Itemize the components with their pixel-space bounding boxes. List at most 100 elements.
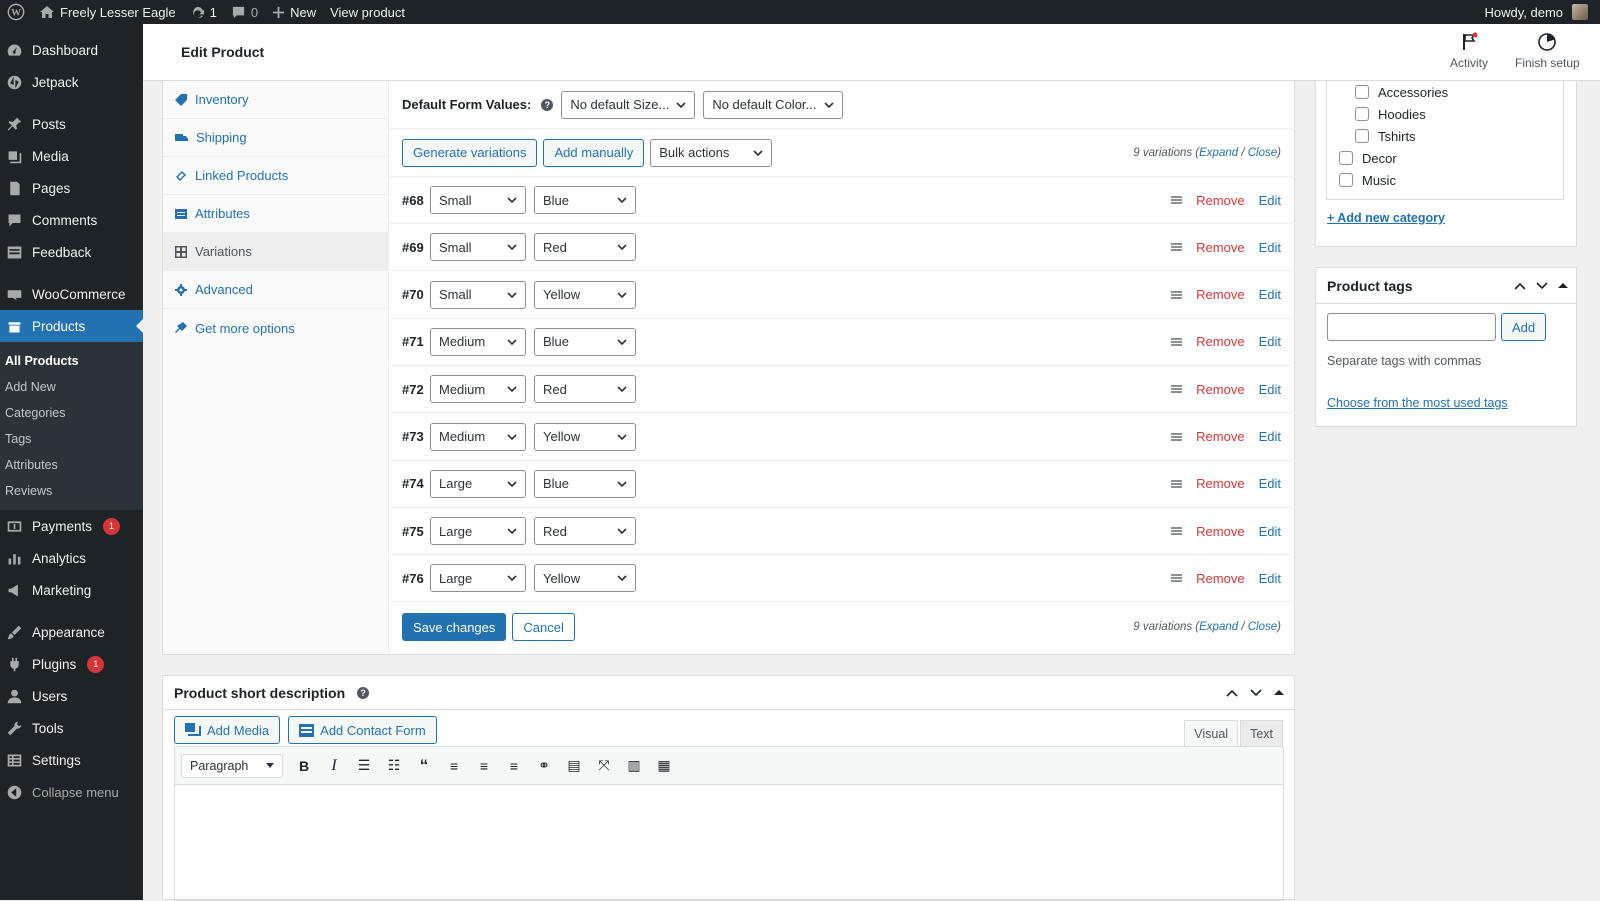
new-tag-input[interactable]	[1327, 313, 1496, 341]
menu-item-plugins[interactable]: Plugins 1	[0, 648, 143, 680]
remove-variation-link[interactable]: Remove	[1196, 476, 1244, 491]
drag-handle-icon[interactable]	[1171, 290, 1183, 299]
category-item[interactable]: Accessories	[1355, 81, 1563, 103]
submenu-all-products[interactable]: All Products	[0, 348, 143, 374]
tab-text[interactable]: Text	[1240, 720, 1283, 746]
close-link[interactable]: Close	[1248, 147, 1277, 159]
remove-variation-link[interactable]: Remove	[1196, 571, 1244, 586]
menu-item-comments[interactable]: Comments	[0, 204, 143, 236]
bullet-list-icon[interactable]: ☰	[349, 752, 379, 780]
variation-color-select[interactable]: Red	[534, 517, 636, 546]
read-more-icon[interactable]: ▤	[559, 752, 589, 780]
edit-variation-link[interactable]: Edit	[1259, 571, 1281, 586]
drag-handle-icon[interactable]	[1171, 196, 1183, 204]
variation-color-select[interactable]: Blue	[534, 469, 636, 498]
edit-variation-link[interactable]: Edit	[1259, 382, 1281, 397]
chevron-down-icon[interactable]	[1250, 688, 1262, 697]
site-name-link[interactable]: Freely Lesser Eagle	[32, 0, 183, 24]
format-select[interactable]: Paragraph	[181, 753, 283, 778]
variation-size-select[interactable]: Large	[430, 517, 526, 546]
category-checkbox[interactable]	[1355, 129, 1369, 143]
remove-variation-link[interactable]: Remove	[1196, 429, 1244, 444]
menu-item-media[interactable]: Media	[0, 140, 143, 172]
add-manually-button[interactable]: Add manually	[543, 138, 645, 167]
variation-color-select[interactable]: Blue	[534, 186, 636, 214]
variation-color-select[interactable]: Yellow	[534, 564, 636, 593]
tab-visual[interactable]: Visual	[1184, 720, 1239, 746]
drag-handle-icon[interactable]	[1171, 432, 1183, 441]
updates-link[interactable]: 1	[183, 0, 224, 24]
menu-item-payments[interactable]: Payments 1	[0, 510, 143, 542]
align-center-icon[interactable]: ≡	[469, 752, 499, 780]
menu-item-jetpack[interactable]: Jetpack	[0, 66, 143, 98]
link-icon[interactable]: ⚭	[529, 752, 559, 780]
drag-handle-icon[interactable]	[1171, 527, 1183, 536]
menu-item-users[interactable]: Users	[0, 680, 143, 712]
variation-color-select[interactable]: Red	[534, 375, 636, 404]
tab-get-more-options[interactable]: Get more options	[163, 309, 388, 347]
close-link[interactable]: Close	[1248, 621, 1277, 633]
variation-color-select[interactable]: Yellow	[534, 280, 636, 309]
account-menu[interactable]: Howdy, demo	[1477, 0, 1600, 24]
menu-item-analytics[interactable]: Analytics	[0, 542, 143, 574]
menu-item-dashboard[interactable]: Dashboard	[0, 34, 143, 66]
submenu-attributes[interactable]: Attributes	[0, 452, 143, 478]
bulk-actions-select[interactable]: Bulk actions	[650, 138, 773, 167]
menu-item-pages[interactable]: Pages	[0, 172, 143, 204]
finish-setup-button[interactable]: Finish setup	[1515, 32, 1580, 70]
submenu-add-new[interactable]: Add New	[0, 374, 143, 400]
remove-variation-link[interactable]: Remove	[1196, 334, 1244, 349]
variation-size-select[interactable]: Small	[430, 186, 526, 214]
choose-most-used-tags-link[interactable]: Choose from the most used tags	[1327, 396, 1508, 410]
tab-attributes[interactable]: Attributes	[163, 195, 388, 233]
menu-item-appearance[interactable]: Appearance	[0, 616, 143, 648]
activity-button[interactable]: Activity	[1450, 32, 1488, 70]
bold-icon[interactable]: B	[289, 752, 319, 780]
tab-advanced[interactable]: Advanced	[163, 271, 388, 309]
edit-variation-link[interactable]: Edit	[1259, 476, 1281, 491]
add-media-button[interactable]: Add Media	[174, 716, 281, 744]
fullscreen-icon[interactable]: ⤧	[589, 752, 619, 780]
remove-variation-link[interactable]: Remove	[1196, 193, 1244, 208]
variation-color-select[interactable]: Red	[534, 233, 636, 262]
menu-item-posts[interactable]: Posts	[0, 108, 143, 140]
form-insert-icon[interactable]: ▥	[619, 752, 649, 780]
category-item[interactable]: Decor	[1339, 147, 1563, 169]
help-icon[interactable]: ?	[357, 686, 370, 699]
tab-variations[interactable]: Variations	[163, 233, 388, 271]
edit-variation-link[interactable]: Edit	[1259, 429, 1281, 444]
menu-item-marketing[interactable]: Marketing	[0, 574, 143, 606]
edit-variation-link[interactable]: Edit	[1259, 193, 1281, 208]
variation-size-select[interactable]: Medium	[430, 422, 526, 451]
align-right-icon[interactable]: ≡	[499, 752, 529, 780]
blockquote-icon[interactable]: “	[409, 752, 439, 780]
drag-handle-icon[interactable]	[1171, 385, 1183, 394]
edit-variation-link[interactable]: Edit	[1259, 240, 1281, 255]
comments-link[interactable]: 0	[224, 0, 265, 24]
category-checkbox[interactable]	[1339, 151, 1353, 165]
chevron-up-icon[interactable]	[1514, 282, 1526, 290]
variation-size-select[interactable]: Small	[430, 233, 526, 262]
menu-item-woocommerce[interactable]: WooCommerce	[0, 278, 143, 310]
menu-item-feedback[interactable]: Feedback	[0, 236, 143, 268]
add-tag-button[interactable]: Add	[1501, 313, 1547, 341]
menu-item-settings[interactable]: Settings	[0, 744, 143, 776]
tab-linked-products[interactable]: Linked Products	[163, 157, 388, 195]
align-left-icon[interactable]: ≡	[439, 752, 469, 780]
add-new-category-link[interactable]: + Add new category	[1327, 211, 1445, 225]
category-item[interactable]: Hoodies	[1355, 103, 1563, 125]
add-contact-form-button[interactable]: Add Contact Form	[288, 716, 437, 744]
menu-item-tools[interactable]: Tools	[0, 712, 143, 744]
menu-item-products[interactable]: Products	[0, 310, 143, 342]
category-checkbox[interactable]	[1339, 173, 1353, 187]
variation-size-select[interactable]: Medium	[430, 327, 526, 356]
cancel-button[interactable]: Cancel	[512, 613, 575, 641]
category-item[interactable]: Music	[1339, 169, 1563, 191]
remove-variation-link[interactable]: Remove	[1196, 287, 1244, 302]
variation-size-select[interactable]: Small	[430, 280, 526, 309]
submenu-categories[interactable]: Categories	[0, 400, 143, 426]
variation-color-select[interactable]: Yellow	[534, 422, 636, 451]
toolbar-toggle-icon[interactable]: ▦	[649, 752, 679, 780]
numbered-list-icon[interactable]: ☷	[379, 752, 409, 780]
chevron-down-icon[interactable]	[1536, 281, 1548, 290]
